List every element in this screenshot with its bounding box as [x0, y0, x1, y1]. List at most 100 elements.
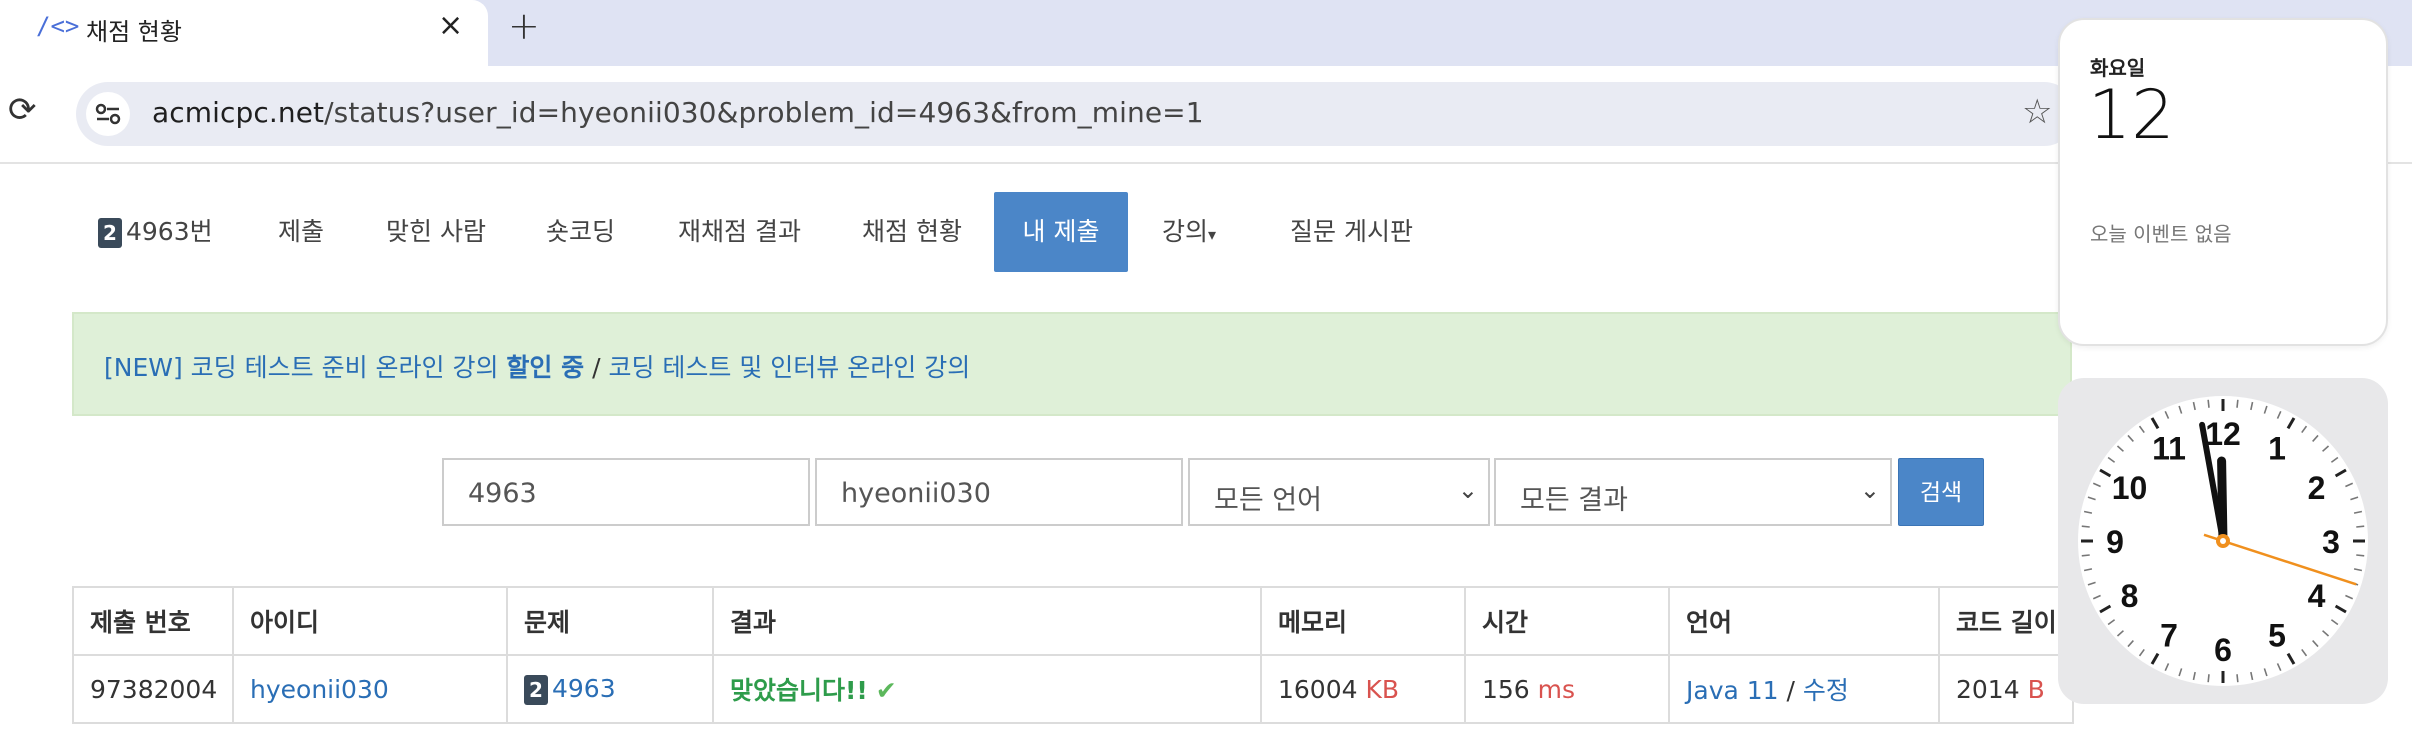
site-settings-icon[interactable]	[86, 92, 130, 136]
clock-number: 12	[2205, 416, 2241, 452]
nav-lectures-label: 강의	[1162, 217, 1209, 246]
header-submission-id: 제출 번호	[72, 586, 234, 656]
nav-short-coding[interactable]: 숏코딩	[546, 192, 615, 272]
url-text[interactable]: acmicpc.net/status?user_id=hyeonii030&pr…	[152, 96, 1204, 129]
user-id-input[interactable]: hyeonii030	[815, 458, 1183, 526]
problem-id-value: 4963	[468, 478, 537, 509]
result-accepted: 맞았습니다!!	[730, 676, 868, 705]
promo-separator: /	[584, 353, 609, 382]
tier-badge-icon: 2	[524, 674, 548, 705]
tier-badge-icon: 2	[98, 218, 122, 248]
bookmark-star-icon[interactable]: ☆	[2022, 92, 2052, 132]
language-link[interactable]: Java 11	[1686, 676, 1779, 705]
header-time: 시간	[1464, 586, 1670, 656]
time-cell: 156 ms	[1464, 654, 1670, 724]
header-problem: 문제	[506, 586, 714, 656]
clock-tick	[2207, 399, 2210, 408]
clock-tick	[2081, 554, 2090, 557]
nav-status[interactable]: 채점 현황	[862, 192, 962, 272]
url-path: /status?user_id=hyeonii030&problem_id=49…	[324, 96, 1204, 129]
memory-cell: 16004 KB	[1260, 654, 1466, 724]
user-id-value: hyeonii030	[841, 478, 991, 509]
problem-link[interactable]: 4963	[552, 674, 616, 703]
chevron-down-icon: ⌄	[1457, 476, 1478, 504]
clock-number: 7	[2160, 618, 2178, 654]
table-row: 97382004 hyeonii030 2 4963 맞았습니다!! ✔ 1600…	[72, 654, 2074, 724]
nav-problem[interactable]: 2 4963번	[98, 192, 213, 272]
clock-number: 9	[2106, 524, 2124, 560]
clock-center-dot	[2220, 538, 2226, 544]
code-length-value: 2014	[1956, 674, 2020, 704]
problem-cell: 2 4963	[506, 654, 714, 724]
promo-link-2[interactable]: 코딩 테스트 및 인터뷰 온라인 강의	[608, 353, 970, 382]
nav-rejudge[interactable]: 재채점 결과	[678, 192, 801, 272]
calendar-widget[interactable]: 화요일 12 오늘 이벤트 없음	[2058, 18, 2388, 346]
clock-number: 2	[2308, 470, 2326, 506]
clock-number: 11	[2152, 430, 2186, 466]
close-tab-icon[interactable]: ×	[438, 8, 463, 43]
edit-link[interactable]: 수정	[1803, 676, 1849, 705]
clock-number: 10	[2112, 470, 2148, 506]
clock-tick	[2081, 525, 2090, 528]
nav-problem-label: 4963번	[126, 217, 213, 246]
header-language: 언어	[1668, 586, 1940, 656]
table-header-row: 제출 번호 아이디 문제 결과 메모리 시간 언어 코드 길이	[72, 586, 2074, 656]
tab-strip: /<> 채점 현황 × +	[0, 0, 2412, 70]
result-value: 모든 결과	[1520, 485, 1628, 516]
language-separator: /	[1778, 676, 1803, 705]
language-value: 모든 언어	[1214, 485, 1322, 516]
clock-number: 3	[2322, 524, 2340, 560]
checkmark-icon: ✔	[875, 676, 897, 705]
analog-clock: 12 12 3 45678 9 1011	[2078, 396, 2368, 686]
clock-tick	[2356, 554, 2365, 557]
clock-number: 8	[2121, 578, 2139, 614]
clock-widget[interactable]: 12 1 2 3 4 5 6 7 8 9 10 11	[2058, 378, 2388, 704]
code-brackets-icon: /<>	[36, 12, 80, 40]
clock-number: 4	[2308, 578, 2326, 614]
time-unit: ms	[1537, 674, 1576, 704]
submission-id: 97382004	[72, 654, 234, 724]
browser-tab[interactable]: /<> 채점 현황 ×	[0, 0, 488, 70]
clock-tick	[2356, 525, 2365, 528]
code-length-unit: B	[2027, 674, 2045, 704]
search-button[interactable]: 검색	[1898, 458, 1984, 526]
nav-qna-board[interactable]: 질문 게시판	[1290, 192, 1413, 272]
browser-toolbar: ⟳ acmicpc.net/status?user_id=hyeonii030&…	[0, 66, 2412, 164]
clock-number: 6	[2214, 632, 2232, 668]
memory-value: 16004	[1278, 674, 1358, 704]
language-cell: Java 11 / 수정	[1668, 654, 1940, 724]
header-result: 결과	[712, 586, 1262, 656]
user-link[interactable]: hyeonii030	[232, 654, 508, 724]
url-host: acmicpc.net	[152, 96, 325, 129]
promo-link-1[interactable]: [NEW] 코딩 테스트 준비 온라인 강의	[104, 353, 506, 382]
promo-discount[interactable]: 할인 중	[506, 353, 584, 382]
result-select[interactable]: 모든 결과 ⌄	[1494, 458, 1892, 526]
caret-down-icon: ▾	[1208, 225, 1217, 244]
nav-lectures[interactable]: 강의▾	[1162, 192, 1216, 272]
clock-tick	[2236, 674, 2239, 683]
address-bar[interactable]: acmicpc.net/status?user_id=hyeonii030&pr…	[76, 82, 2076, 146]
header-memory: 메모리	[1260, 586, 1466, 656]
calendar-day: 12	[2088, 76, 2175, 155]
language-select[interactable]: 모든 언어 ⌄	[1188, 458, 1490, 526]
nav-my-submissions[interactable]: 내 제출	[994, 192, 1128, 272]
reload-icon[interactable]: ⟳	[8, 90, 37, 130]
clock-number: 5	[2268, 618, 2286, 654]
code-length-cell: 2014 B	[1938, 654, 2074, 724]
status-table: 제출 번호 아이디 문제 결과 메모리 시간 언어 코드 길이 97382004…	[72, 586, 2074, 724]
promo-alert: [NEW] 코딩 테스트 준비 온라인 강의 할인 중 / 코딩 테스트 및 인…	[72, 312, 2072, 416]
calendar-no-events: 오늘 이벤트 없음	[2090, 222, 2232, 246]
clock-tick	[2207, 674, 2210, 683]
chevron-down-icon: ⌄	[1859, 476, 1880, 504]
problem-id-input[interactable]: 4963	[442, 458, 810, 526]
clock-number: 1	[2268, 430, 2286, 466]
nav-solvers[interactable]: 맞힌 사람	[386, 192, 486, 272]
result-cell: 맞았습니다!! ✔	[712, 654, 1262, 724]
promo-line: [NEW] 코딩 테스트 준비 온라인 강의 할인 중 / 코딩 테스트 및 인…	[104, 348, 970, 384]
header-user: 아이디	[232, 586, 508, 656]
nav-submit[interactable]: 제출	[278, 192, 324, 272]
new-tab-button[interactable]: +	[508, 4, 540, 48]
time-value: 156	[1482, 674, 1530, 704]
tab-title: 채점 현황	[86, 18, 182, 46]
header-code-length: 코드 길이	[1938, 586, 2074, 656]
